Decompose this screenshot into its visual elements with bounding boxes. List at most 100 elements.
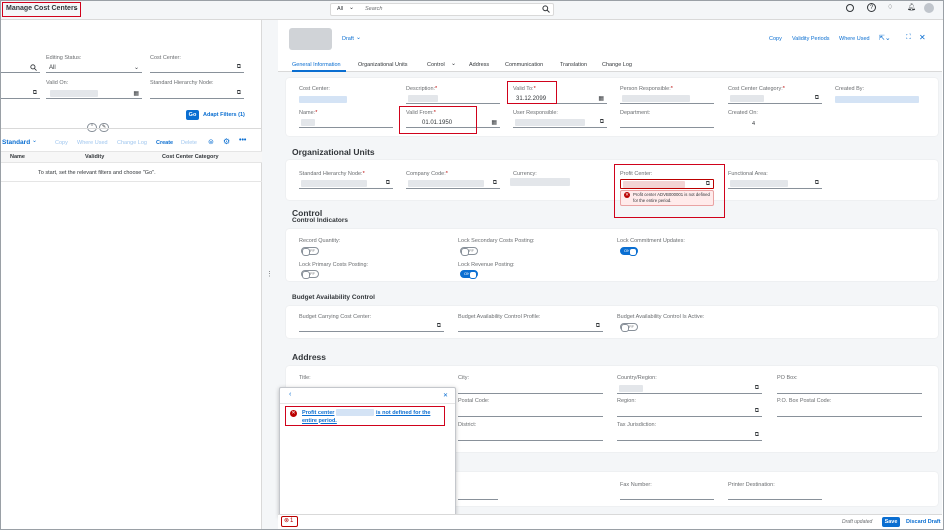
tab-organizational-units[interactable]: Organizational Units (358, 62, 408, 68)
po-box-input[interactable] (777, 384, 922, 394)
avatar[interactable] (924, 3, 934, 13)
budget-active-switch[interactable]: OFF (620, 323, 638, 332)
person-responsible-input[interactable] (620, 94, 714, 104)
po-box-postal-input[interactable] (777, 407, 922, 417)
record-quantity-switch[interactable]: OFF (301, 247, 319, 256)
budget-carrying-input[interactable]: ⧉ (299, 322, 444, 332)
adapt-filters-button[interactable]: Adapt Filters (1) (203, 112, 245, 118)
tab-address[interactable]: Address (469, 62, 489, 68)
lock-primary-switch[interactable]: OFF (301, 270, 319, 279)
share-icon[interactable]: ⇱⌄ (879, 34, 891, 42)
close-icon[interactable]: ✕ (919, 33, 926, 42)
lock-revenue-switch[interactable]: ON (460, 270, 478, 279)
tab-control[interactable]: Control (427, 62, 445, 68)
cost-center-category-input[interactable]: ⧉ (728, 94, 822, 104)
go-button[interactable]: Go (186, 110, 199, 120)
tab-general-information[interactable]: General Information (292, 62, 341, 68)
search-scope[interactable]: All (337, 6, 343, 12)
value-help-icon[interactable]: ⧉ (386, 180, 390, 187)
communication-left-input[interactable] (458, 490, 498, 500)
region-input[interactable]: ⧉ (617, 407, 762, 417)
value-help-icon[interactable]: ⧉ (815, 95, 819, 102)
valid-on-input[interactable]: ▦ (46, 89, 142, 99)
close-icon[interactable]: ✕ (443, 392, 448, 399)
std-hierarchy-filter-input[interactable]: ⧉ (150, 89, 244, 99)
value-help-icon[interactable]: ⧉ (237, 64, 241, 71)
column-name[interactable]: Name (10, 154, 25, 160)
where-used-button[interactable]: Where Used (77, 140, 108, 146)
functional-area-input[interactable]: ⧉ (728, 179, 822, 189)
copy-button[interactable]: Copy (55, 140, 68, 146)
tab-translation[interactable]: Translation (560, 62, 587, 68)
editing-status-select[interactable]: All ⌄ (46, 63, 142, 73)
validity-periods-action[interactable]: Validity Periods (792, 36, 830, 42)
created-by-value[interactable] (835, 96, 919, 103)
chevron-down-icon[interactable]: ⌄ (32, 137, 37, 144)
message-link-post[interactable]: is not defined for the entire period. (302, 410, 444, 425)
value-help-icon[interactable]: ⧉ (755, 385, 759, 392)
change-log-button[interactable]: Change Log (117, 140, 147, 146)
where-used-action[interactable]: Where Used (839, 36, 870, 42)
search-input[interactable]: Search (365, 6, 382, 12)
name-input[interactable] (299, 118, 393, 128)
value-help-icon[interactable]: ⧉ (755, 432, 759, 439)
help-icon[interactable]: ? (867, 3, 876, 12)
calendar-icon[interactable]: ▦ (598, 95, 604, 102)
fullscreen-icon[interactable]: ⛶ (906, 34, 911, 42)
chevron-down-icon[interactable]: ⌄ (451, 60, 456, 67)
value-help-icon[interactable]: ⧉ (237, 90, 241, 97)
notification-settings-icon[interactable] (846, 4, 854, 12)
user-responsible-input[interactable]: ⧉ (513, 118, 607, 128)
discard-draft-button[interactable]: Discard Draft (906, 519, 941, 525)
country-input[interactable]: ⧉ (617, 384, 762, 394)
city-input[interactable] (458, 384, 603, 394)
value-help-icon[interactable]: ⧉ (437, 323, 441, 330)
save-button[interactable]: Save (882, 517, 900, 527)
delete-button[interactable]: Delete (181, 140, 197, 146)
bell-icon[interactable]: 🔔︎ (907, 3, 916, 11)
description-input[interactable] (406, 94, 500, 104)
department-input[interactable] (620, 118, 714, 128)
search-icon[interactable] (542, 5, 550, 13)
left-filter-input[interactable]: ⧉ (0, 89, 40, 99)
splitter-handle-icon[interactable]: ⋮ (266, 270, 273, 278)
copy-action[interactable]: Copy (769, 36, 782, 42)
tab-change-log[interactable]: Change Log (602, 62, 632, 68)
value-help-icon[interactable]: ⧉ (755, 408, 759, 415)
calendar-icon[interactable]: ▦ (133, 90, 139, 97)
chevron-down-icon[interactable]: ⌄ (356, 34, 361, 41)
chevron-down-icon[interactable]: ⌄ (349, 4, 354, 11)
variant-selector[interactable]: Standard (2, 139, 30, 146)
table-settings-icon[interactable]: ⊜ (208, 138, 214, 146)
cost-center-filter-input[interactable]: ⧉ (150, 63, 244, 73)
value-help-icon[interactable]: ⧉ (815, 180, 819, 187)
column-category[interactable]: Cost Center Category (162, 154, 219, 160)
printer-input[interactable] (728, 490, 822, 500)
message-error-button[interactable]: ⊗1 (281, 516, 298, 527)
calendar-icon[interactable]: ▦ (491, 119, 497, 126)
company-code-input[interactable]: ⧉ (406, 179, 500, 189)
fax-input[interactable] (620, 490, 714, 500)
more-icon[interactable]: ••• (239, 137, 246, 144)
create-button[interactable]: Create (156, 140, 173, 146)
global-search[interactable] (330, 3, 554, 16)
value-help-icon[interactable]: ⧉ (596, 323, 600, 330)
search-icon[interactable] (30, 64, 37, 71)
app-title[interactable]: Manage Cost Centers (6, 5, 78, 12)
value-help-icon[interactable]: ⧉ (600, 119, 604, 126)
column-validity[interactable]: Validity (85, 154, 104, 160)
chevron-down-icon[interactable]: ⌄ (73, 4, 79, 12)
value-help-icon[interactable]: ⧉ (33, 90, 37, 97)
std-hierarchy-node-input[interactable]: ⧉ (299, 179, 393, 189)
district-input[interactable] (458, 431, 603, 441)
draft-status[interactable]: Draft (342, 36, 354, 42)
search-filter-input[interactable] (0, 63, 40, 73)
lightbulb-icon[interactable]: ♢ (887, 3, 893, 11)
lock-secondary-switch[interactable]: OFF (460, 247, 478, 256)
lock-commitment-switch[interactable]: ON (620, 247, 638, 256)
tab-communication[interactable]: Communication (505, 62, 543, 68)
value-help-icon[interactable]: ⧉ (493, 180, 497, 187)
budget-profile-input[interactable]: ⧉ (458, 322, 603, 332)
back-icon[interactable]: ‹ (289, 391, 291, 398)
gear-icon[interactable]: ⚙ (223, 137, 230, 146)
